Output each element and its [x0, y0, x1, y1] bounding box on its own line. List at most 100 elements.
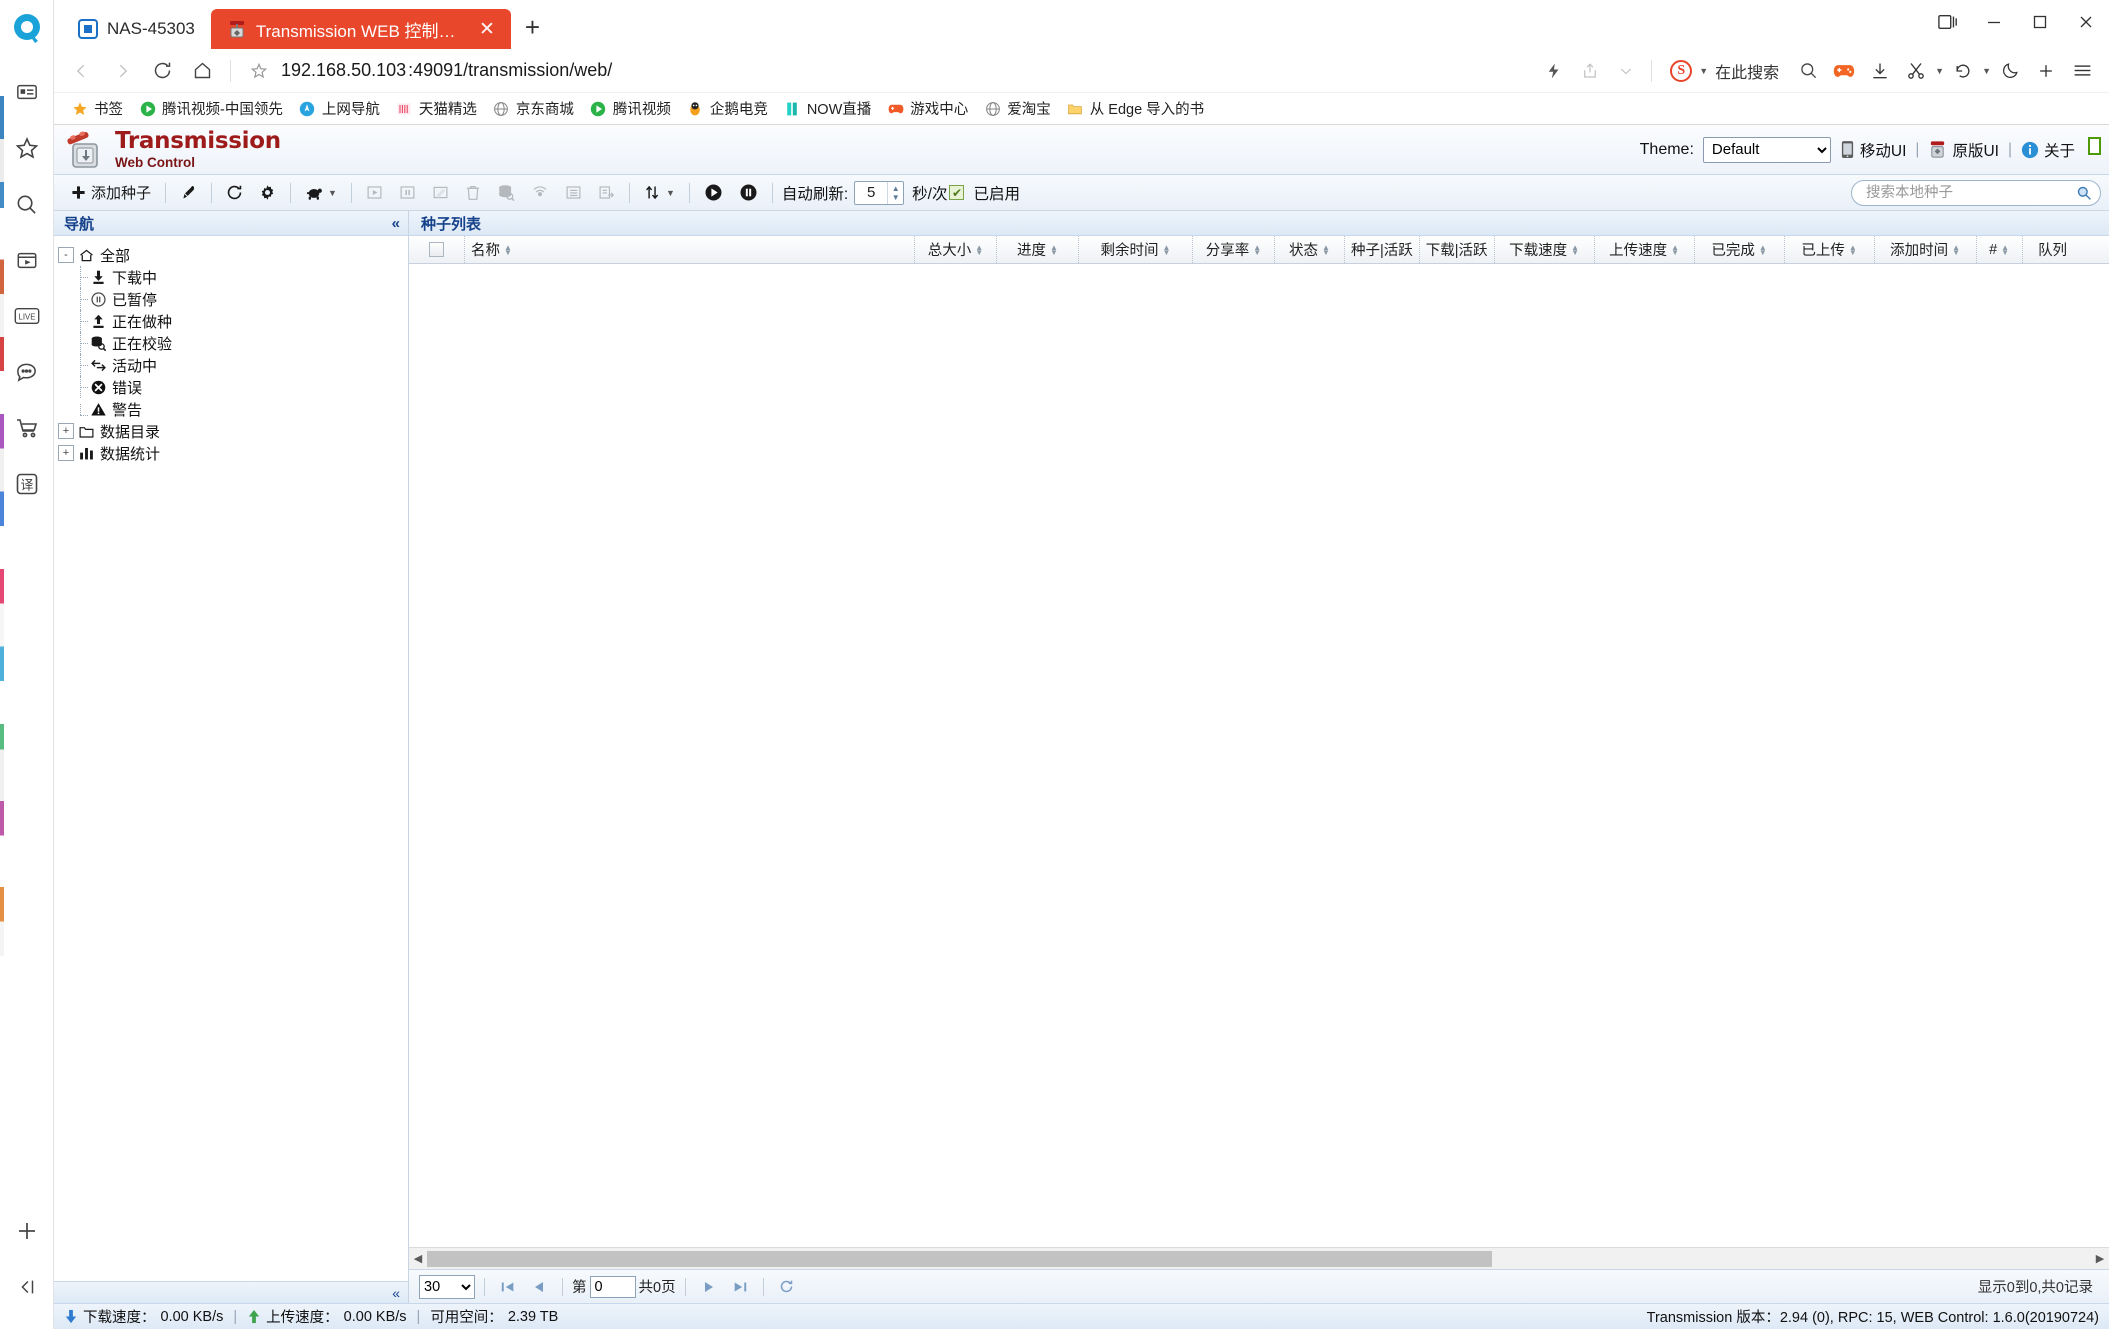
collections-icon[interactable]: [1925, 0, 1971, 44]
bookmark-item[interactable]: 企鹅电竞: [680, 95, 775, 122]
undo-icon[interactable]: [1946, 53, 1980, 89]
add-torrent-from-url-button[interactable]: [173, 179, 204, 207]
bookmark-item[interactable]: 天猫精选: [389, 95, 484, 122]
sidebar-item-downloading[interactable]: 下载中: [58, 266, 408, 288]
column-header-peers-active[interactable]: 下载|活跃: [1420, 236, 1495, 263]
tree-toggle-icon[interactable]: +: [58, 445, 74, 461]
home-icon[interactable]: [184, 53, 220, 89]
search-icon[interactable]: [7, 176, 47, 232]
sidebar-item-warning[interactable]: 警告: [58, 398, 408, 420]
scrollbar-thumb[interactable]: [427, 1250, 1492, 1267]
stepper-arrows[interactable]: ▲ ▼: [887, 181, 903, 204]
cart-icon[interactable]: [7, 400, 47, 456]
original-ui-link[interactable]: 原版UI: [1928, 139, 1999, 161]
reload-button[interactable]: [219, 179, 250, 207]
chat-icon[interactable]: [7, 344, 47, 400]
refresh-page-button[interactable]: [773, 1275, 801, 1299]
pause-all-button[interactable]: [732, 179, 765, 207]
lightning-icon[interactable]: [1537, 53, 1571, 89]
chevron-down-icon[interactable]: ▼: [666, 188, 675, 198]
tab-transmission[interactable]: Transmission WEB 控制器 1.6.0 ✕: [210, 9, 511, 49]
prev-page-button[interactable]: [525, 1275, 553, 1299]
change-download-dir-button[interactable]: [591, 179, 622, 207]
column-header-completed[interactable]: 已完成 ▲ ▼: [1695, 236, 1785, 263]
column-header-index[interactable]: # ▲ ▼: [1977, 236, 2023, 263]
chevron-down-icon[interactable]: ▼: [1982, 66, 1991, 76]
start-torrent-button[interactable]: [359, 179, 390, 207]
queue-menu-button[interactable]: ▼: [637, 179, 682, 207]
horizontal-scrollbar[interactable]: ◀ ▶: [409, 1247, 2109, 1269]
maximize-button[interactable]: [2017, 0, 2063, 44]
autorefresh-checkbox[interactable]: ✔: [949, 185, 965, 200]
settings-button[interactable]: [252, 179, 283, 207]
bookmark-item[interactable]: 腾讯视频: [583, 95, 678, 122]
chevron-down-icon[interactable]: ▼: [1935, 66, 1944, 76]
live-icon[interactable]: LIVE: [7, 288, 47, 344]
reannounce-button[interactable]: [524, 179, 556, 207]
bookmark-item[interactable]: 书签: [64, 95, 130, 122]
back-icon[interactable]: [64, 53, 100, 89]
select-all-checkbox[interactable]: [429, 242, 444, 257]
forward-icon[interactable]: [104, 53, 140, 89]
column-header-download-speed[interactable]: 下载速度 ▲ ▼: [1495, 236, 1595, 263]
tree-toggle-icon[interactable]: -: [58, 247, 74, 263]
bookmark-item[interactable]: NOW直播: [777, 95, 878, 122]
sidebar-item-active[interactable]: 活动中: [58, 354, 408, 376]
torrent-search-box[interactable]: [1851, 179, 2101, 206]
sidebar-item-statistics[interactable]: + 数据统计: [58, 442, 408, 464]
search-engine-box[interactable]: S ▼ 在此搜索: [1660, 59, 1789, 83]
menu-icon[interactable]: [2065, 53, 2099, 89]
search-input[interactable]: [1864, 183, 2076, 202]
column-header-name[interactable]: 名称 ▲ ▼: [465, 236, 915, 263]
mobile-ui-link[interactable]: 移动UI: [1840, 139, 1906, 161]
bookmark-item[interactable]: 腾讯视频-中国领先: [132, 95, 290, 122]
bookmark-item[interactable]: 京东商城: [486, 95, 581, 122]
screenshot-scissors-icon[interactable]: [1899, 53, 1933, 89]
window-close-button[interactable]: [2063, 0, 2109, 44]
scroll-right-icon[interactable]: ▶: [2091, 1252, 2109, 1265]
url-bar[interactable]: 192.168.50.103 :49091/transmission/web/: [281, 60, 1533, 81]
new-tab-button[interactable]: +: [511, 12, 554, 49]
chevron-down-icon[interactable]: [1609, 53, 1643, 89]
column-header-progress[interactable]: 进度 ▲ ▼: [997, 236, 1079, 263]
bookmark-item[interactable]: 游戏中心: [880, 95, 975, 122]
sidebar-item-error[interactable]: 错误: [58, 376, 408, 398]
sidebar-item-seeding[interactable]: 正在做种: [58, 310, 408, 332]
column-header-seeds-active[interactable]: 种子|活跃: [1345, 236, 1420, 263]
column-header-upload-speed[interactable]: 上传速度 ▲ ▼: [1595, 236, 1695, 263]
page-number-input[interactable]: [589, 1275, 636, 1298]
column-header-remaining-time[interactable]: 剩余时间 ▲ ▼: [1079, 236, 1193, 263]
next-page-button[interactable]: [695, 1275, 723, 1299]
about-link[interactable]: 关于: [2021, 139, 2075, 161]
reload-icon[interactable]: [144, 53, 180, 89]
pause-torrent-button[interactable]: [392, 179, 423, 207]
autorefresh-value[interactable]: 5: [855, 184, 887, 201]
share-icon[interactable]: [1573, 53, 1607, 89]
navigation-panel-footer[interactable]: «: [54, 1281, 408, 1303]
bookmark-item[interactable]: 上网导航: [292, 95, 387, 122]
download-icon[interactable]: [1863, 53, 1897, 89]
page-size-select[interactable]: 30: [419, 1274, 475, 1299]
column-header-status[interactable]: 状态 ▲ ▼: [1275, 236, 1345, 263]
bookmark-folder[interactable]: 从 Edge 导入的书: [1060, 95, 1211, 122]
rename-torrent-button[interactable]: [425, 179, 456, 207]
column-header-ratio[interactable]: 分享率 ▲ ▼: [1193, 236, 1275, 263]
torrent-attribute-button[interactable]: [558, 179, 589, 207]
collapse-icon[interactable]: «: [392, 215, 400, 232]
chevron-down-icon[interactable]: ▼: [328, 188, 337, 198]
dark-mode-moon-icon[interactable]: [1993, 53, 2027, 89]
sidebar-item-all[interactable]: - 全部: [58, 244, 408, 266]
add-tab-icon[interactable]: [2029, 53, 2063, 89]
tree-toggle-icon[interactable]: +: [58, 423, 74, 439]
bookmark-item[interactable]: 爱淘宝: [977, 95, 1058, 122]
add-icon[interactable]: [7, 1203, 47, 1259]
reader-icon[interactable]: [7, 64, 47, 120]
search-icon[interactable]: [2076, 185, 2092, 201]
first-page-button[interactable]: [494, 1275, 522, 1299]
start-all-button[interactable]: [697, 179, 730, 207]
close-icon[interactable]: ✕: [467, 20, 495, 39]
game-center-icon[interactable]: [1827, 53, 1861, 89]
sidebar-item-data-directory[interactable]: + 数据目录: [58, 420, 408, 442]
translate-icon[interactable]: 译: [7, 456, 47, 512]
scrollbar-track[interactable]: [427, 1250, 2091, 1267]
